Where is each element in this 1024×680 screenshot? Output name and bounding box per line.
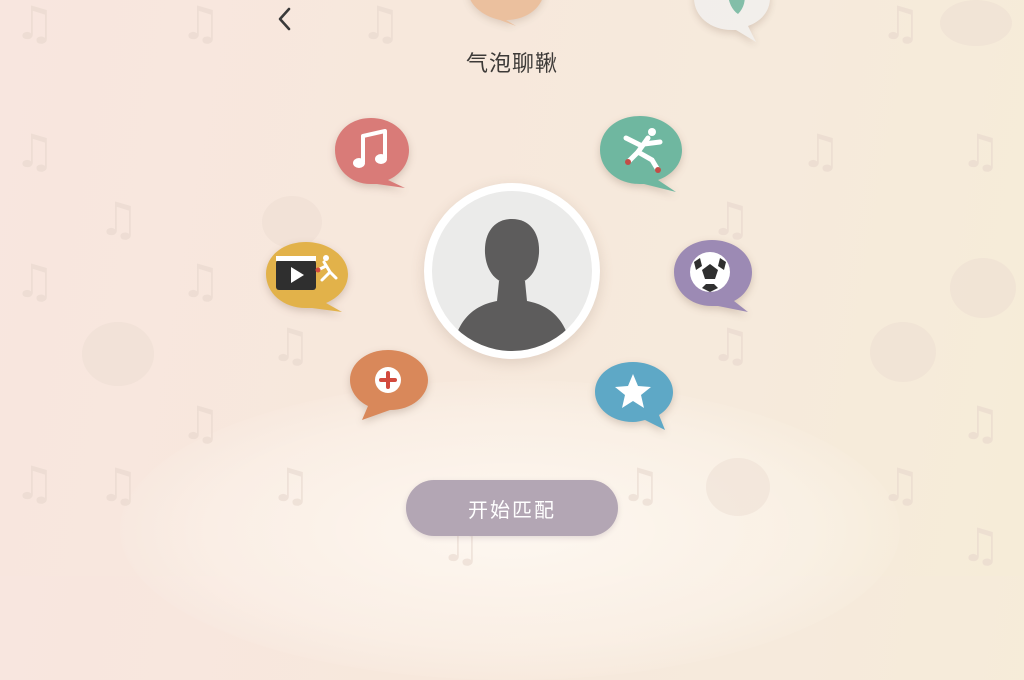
bg-music-icon: ♫	[800, 124, 842, 178]
bg-bubble-shape	[940, 0, 1012, 46]
soccer-bubble[interactable]	[672, 236, 752, 316]
user-silhouette-icon	[452, 219, 572, 351]
bg-music-icon: ♫	[620, 458, 662, 512]
bg-music-icon: ♫	[710, 318, 752, 372]
dance-bubble[interactable]	[598, 112, 682, 192]
star-bubble[interactable]	[593, 358, 673, 438]
bg-bubble-shape	[706, 458, 770, 516]
bg-music-icon: ♫	[14, 456, 56, 510]
bg-music-icon: ♫	[960, 396, 1002, 450]
avatar-image	[432, 191, 592, 351]
bg-music-icon: ♫	[14, 0, 56, 50]
avatar[interactable]	[424, 183, 600, 359]
bg-music-icon: ♫	[960, 518, 1002, 572]
bg-music-icon: ♫	[14, 254, 56, 308]
bg-music-icon: ♫	[960, 124, 1002, 178]
bg-bubble-shape	[82, 322, 154, 386]
bg-music-icon: ♫	[98, 192, 140, 246]
bg-music-icon: ♫	[98, 458, 140, 512]
bg-music-icon: ♫	[880, 458, 922, 512]
partial-bubble	[466, 0, 546, 36]
plus-icon	[375, 367, 401, 393]
bg-bubble-shape	[870, 322, 936, 382]
bg-music-icon: ♫	[880, 0, 922, 50]
plus-bubble[interactable]	[348, 346, 428, 426]
page-title: 气泡聊鞦	[465, 52, 558, 77]
bg-music-icon: ♫	[14, 124, 56, 178]
video-bubble[interactable]	[264, 238, 348, 318]
start-match-button[interactable]: 开始匹配	[406, 480, 618, 536]
soccer-ball-icon	[690, 252, 730, 292]
music-bubble[interactable]	[333, 114, 413, 194]
bg-music-icon: ♫	[180, 396, 222, 450]
bg-music-icon: ♫	[360, 0, 402, 50]
bg-music-icon: ♫	[180, 254, 222, 308]
chevron-left-icon	[278, 7, 291, 31]
partial-bubble	[692, 0, 772, 42]
bg-bubble-shape	[950, 258, 1016, 318]
back-button[interactable]	[270, 4, 300, 34]
bg-music-icon: ♫	[270, 318, 312, 372]
bg-music-icon: ♫	[180, 0, 222, 50]
bg-music-icon: ♫	[270, 458, 312, 512]
